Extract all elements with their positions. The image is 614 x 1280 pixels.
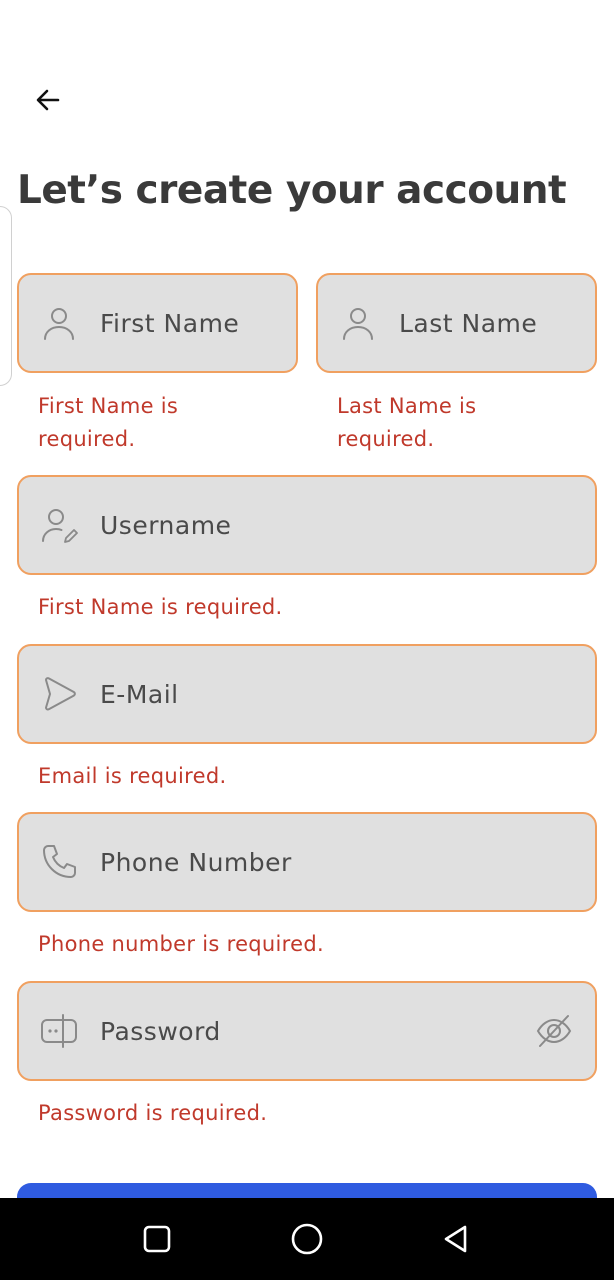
last-name-placeholder: Last Name: [399, 308, 538, 338]
home-circle-icon[interactable]: [282, 1214, 332, 1264]
send-icon: [39, 674, 79, 714]
arrow-left-icon: [32, 84, 64, 120]
phone-number-field[interactable]: Phone Number: [17, 812, 597, 912]
user-icon: [338, 303, 378, 343]
first-name-placeholder: First Name: [100, 308, 240, 338]
phone-number-error: Phone number is required.: [38, 932, 324, 956]
email-placeholder: E-Mail: [100, 679, 179, 709]
user-icon: [39, 303, 79, 343]
recents-square-icon[interactable]: [132, 1214, 182, 1264]
last-name-error: Last Name is required.: [337, 394, 477, 451]
username-error: First Name is required.: [38, 595, 283, 619]
username-field[interactable]: Username: [17, 475, 597, 575]
first-name-error: First Name is required.: [38, 394, 179, 451]
username-placeholder: Username: [100, 510, 232, 540]
phone-icon: [39, 842, 79, 882]
eye-slash-icon[interactable]: [533, 1010, 575, 1052]
password-error: Password is required.: [38, 1101, 268, 1125]
system-nav-bar: [0, 1198, 614, 1280]
page-title: Let’s create your account: [17, 168, 567, 213]
first-name-field[interactable]: First Name: [17, 273, 298, 373]
user-edit-icon: [39, 505, 79, 545]
side-edge-handle[interactable]: [0, 206, 12, 386]
back-button[interactable]: [24, 78, 72, 126]
password-field[interactable]: Password: [17, 981, 597, 1081]
email-error: Email is required.: [38, 764, 227, 788]
email-field[interactable]: E-Mail: [17, 644, 597, 744]
last-name-field[interactable]: Last Name: [316, 273, 597, 373]
password-check-icon: [39, 1011, 79, 1051]
password-placeholder: Password: [100, 1016, 221, 1046]
phone-number-placeholder: Phone Number: [100, 847, 292, 877]
back-triangle-icon[interactable]: [432, 1214, 482, 1264]
